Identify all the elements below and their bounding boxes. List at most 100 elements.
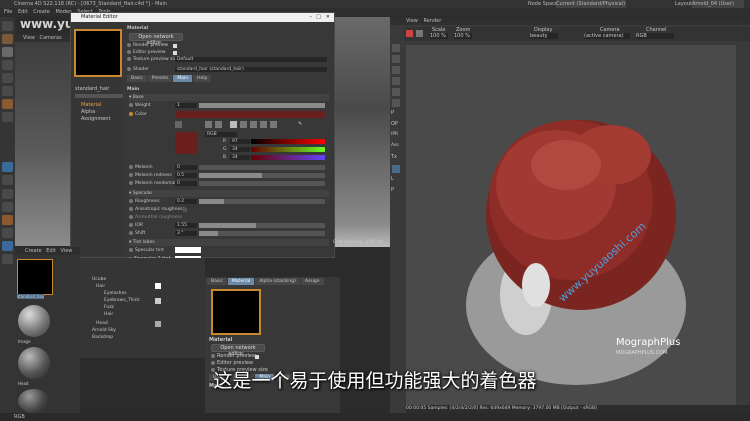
layout-dropdown[interactable]: Arnold_04 (User) <box>692 0 744 8</box>
hair-tag-icon[interactable] <box>155 283 161 289</box>
object-ucube[interactable]: Ucube <box>92 277 106 282</box>
filter-icon[interactable] <box>392 55 400 63</box>
weight-slider[interactable] <box>199 103 325 108</box>
shader-dropdown[interactable]: standard_hair (standard_hair) <box>175 67 327 72</box>
viewport-menu-view[interactable]: View <box>23 35 35 41</box>
workplane-icon[interactable] <box>2 175 13 185</box>
attr-open-network-button[interactable]: Open network editor... <box>211 344 265 357</box>
r-slider[interactable] <box>251 139 325 144</box>
snap-icon[interactable] <box>2 112 13 122</box>
object-hair[interactable]: Hair <box>104 312 113 317</box>
head-tag-icon[interactable] <box>155 321 161 327</box>
g-field[interactable]: 34 <box>230 147 250 152</box>
section-specular[interactable]: ▾ Specular <box>129 190 329 197</box>
aniso-roughness-checkbox[interactable] <box>183 207 187 212</box>
mixer-icon[interactable] <box>260 121 267 128</box>
polygons-icon[interactable] <box>2 86 13 96</box>
tab-help[interactable]: Help <box>193 75 212 82</box>
attr-tab-assign[interactable]: Assign <box>300 278 324 285</box>
material-thumb-image[interactable] <box>18 305 50 337</box>
scale-dropdown[interactable]: 100 % <box>430 33 448 39</box>
viewport-menu-cameras[interactable]: Cameras <box>39 35 61 41</box>
paint-icon[interactable] <box>2 202 13 212</box>
close-icon[interactable]: ✕ <box>326 13 330 22</box>
camera-dropdown[interactable]: (active camera) <box>584 33 630 39</box>
render-menu-view[interactable]: View <box>406 18 418 24</box>
roughness-field[interactable]: 0.2 <box>175 199 197 204</box>
specular-tint-swatch[interactable] <box>175 247 201 253</box>
shift-slider[interactable] <box>199 231 325 236</box>
object-hair-group[interactable]: Hair <box>96 284 105 289</box>
cube-icon[interactable] <box>2 99 13 109</box>
object-eyelashes[interactable]: Eyelashes <box>104 291 127 296</box>
browser-menu-edit[interactable]: Edit <box>46 248 56 254</box>
zoom-dropdown[interactable]: 100 % <box>454 33 472 39</box>
object-arnold-sky[interactable]: Arnold Sky <box>92 328 116 333</box>
open-network-editor-button[interactable]: Open network editor... <box>129 33 183 46</box>
melanin-redness-slider[interactable] <box>199 173 325 178</box>
swatches-icon[interactable] <box>270 121 277 128</box>
rgb-icon[interactable] <box>230 121 237 128</box>
model-icon[interactable] <box>2 34 13 44</box>
eyebrow-tag-icon[interactable] <box>155 298 161 304</box>
tab-basic[interactable]: Basic <box>127 75 147 82</box>
color-swatch[interactable] <box>175 111 325 118</box>
browser-menu-create[interactable]: Create <box>25 248 42 254</box>
attr-tab-basic[interactable]: Basic <box>207 278 227 285</box>
weight-field[interactable]: 1 <box>175 103 197 108</box>
tool-tx[interactable]: Tx <box>391 154 397 160</box>
melanin-randomize-field[interactable]: 0 <box>175 181 197 186</box>
magnet-icon[interactable] <box>2 228 13 238</box>
material-thumb-hair[interactable] <box>17 259 53 295</box>
browser-menu-view[interactable]: View <box>61 248 73 254</box>
b-field[interactable]: 34 <box>230 155 250 160</box>
texture-preview-size-dropdown[interactable]: Default <box>175 57 327 62</box>
melanin-slider[interactable] <box>199 165 325 170</box>
edges-icon[interactable] <box>2 73 13 83</box>
undo-icon[interactable] <box>2 21 13 31</box>
uv-icon[interactable] <box>2 241 13 251</box>
tool-ass[interactable]: Ass <box>391 143 399 148</box>
crop-icon[interactable] <box>392 77 400 85</box>
melanin-redness-field[interactable]: 0.5 <box>175 173 197 178</box>
melanin-field[interactable]: 0 <box>175 165 197 170</box>
texture-icon[interactable] <box>2 47 13 57</box>
kelvin-icon[interactable] <box>250 121 257 128</box>
node-space-dropdown[interactable]: Current (Standard/Physical) <box>556 0 626 8</box>
crop2-icon[interactable] <box>392 88 400 96</box>
menu-file[interactable]: File <box>4 9 12 15</box>
image-icon[interactable] <box>215 121 222 128</box>
color-mode-dropdown[interactable]: RGB <box>205 132 237 137</box>
render-menu-render[interactable]: Render <box>423 18 441 24</box>
spectrum-icon[interactable] <box>205 121 212 128</box>
tool-l[interactable]: L <box>391 176 394 182</box>
soft-selection-icon[interactable] <box>2 189 13 199</box>
sculpt-icon[interactable] <box>2 215 13 225</box>
tool-p2[interactable]: P <box>391 187 394 193</box>
hsv-icon[interactable] <box>240 121 247 128</box>
left-viewport[interactable]: View Cameras <box>15 34 75 246</box>
color-wheel-icon[interactable] <box>175 121 182 128</box>
roughness-slider[interactable] <box>199 199 325 204</box>
render-stop-icon[interactable] <box>416 30 423 37</box>
minimize-icon[interactable]: – <box>310 13 313 22</box>
eyedropper-icon[interactable]: ✎ <box>298 121 305 128</box>
shift-field[interactable]: 3 ° <box>175 231 197 236</box>
g-slider[interactable] <box>251 147 325 152</box>
swatch-icon[interactable] <box>392 66 400 74</box>
attr-tab-material[interactable]: Material <box>227 278 255 285</box>
channel-dropdown[interactable]: RGB <box>636 33 674 39</box>
object-eyebrows[interactable]: Eyebrows_Thick <box>104 298 140 303</box>
bulb-icon[interactable] <box>392 44 400 52</box>
points-icon[interactable] <box>2 60 13 70</box>
b-slider[interactable] <box>251 155 325 160</box>
r-field[interactable]: 97 <box>230 139 250 144</box>
object-head[interactable]: Head <box>96 321 108 326</box>
file-icon[interactable] <box>392 99 400 107</box>
tool-ipr[interactable]: IPR <box>391 132 398 137</box>
ior-field[interactable]: 1.55 <box>175 223 197 228</box>
tool-op[interactable]: OP <box>391 121 398 127</box>
melanin-randomize-slider[interactable] <box>199 181 325 186</box>
side-item-alpha[interactable]: Alpha <box>81 109 95 115</box>
section-base[interactable]: ▾ Base <box>129 94 329 101</box>
